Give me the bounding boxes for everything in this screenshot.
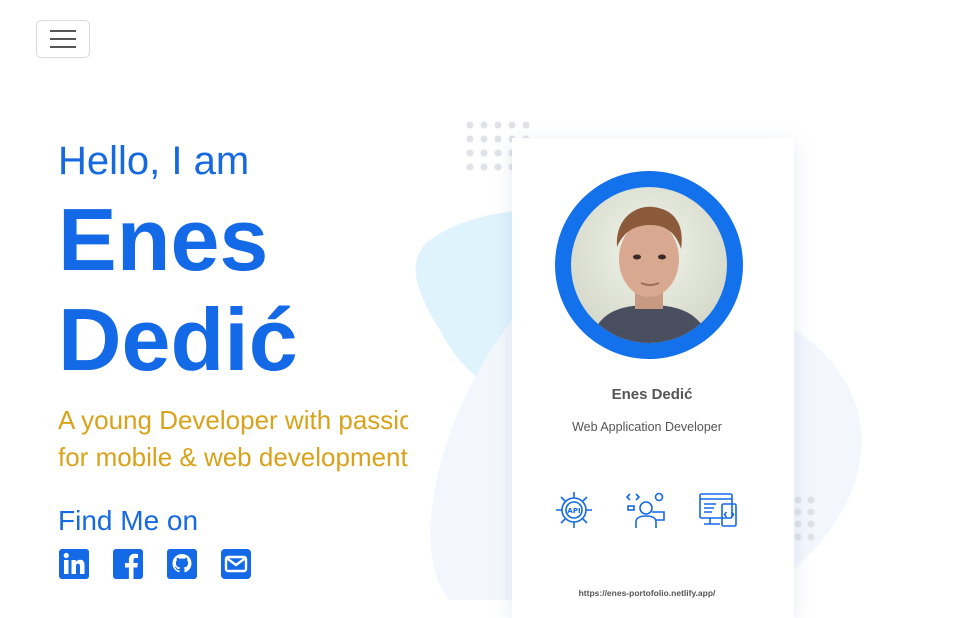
tagline: A young Developer with passion for mobil… bbox=[58, 402, 408, 476]
greeting-text: Hello, I am bbox=[58, 139, 250, 183]
tagline-line-1: A young Developer with passion bbox=[58, 405, 408, 435]
hero-intro: Hello, I am Enes Dedić A young Developer… bbox=[58, 138, 408, 580]
card-name: Enes Dedić bbox=[611, 386, 693, 403]
card-url[interactable]: https://enes-portofolio.netlify.app/ bbox=[512, 588, 782, 598]
navbar-toggle-button[interactable] bbox=[36, 20, 90, 58]
hero-name: Enes Dedić bbox=[58, 190, 408, 390]
tagline-line-2: for mobile & web development bbox=[58, 442, 408, 472]
dot-grid-right bbox=[794, 496, 815, 541]
developer-icon bbox=[625, 490, 666, 530]
linkedin-icon bbox=[59, 549, 89, 579]
api-gear-icon: API bbox=[554, 490, 594, 530]
web-code-icon bbox=[698, 490, 738, 530]
facebook-link[interactable] bbox=[112, 548, 144, 580]
last-name: Dedić bbox=[58, 290, 298, 389]
avatar-ring bbox=[555, 171, 743, 359]
profile-photo bbox=[571, 187, 727, 343]
email-link[interactable] bbox=[220, 548, 252, 580]
facebook-icon bbox=[113, 549, 143, 579]
github-icon bbox=[167, 549, 197, 579]
social-links bbox=[58, 548, 408, 580]
linkedin-link[interactable] bbox=[58, 548, 90, 580]
github-link[interactable] bbox=[166, 548, 198, 580]
card-role: Web Application Developer bbox=[572, 420, 722, 434]
profile-card: Enes Dedić Web Application Developer API bbox=[512, 138, 794, 618]
svg-text:API: API bbox=[567, 507, 580, 515]
first-name: Enes bbox=[58, 190, 269, 289]
skill-icons: API bbox=[554, 490, 738, 530]
email-icon bbox=[221, 549, 251, 579]
find-me-heading: Find Me on bbox=[58, 505, 199, 536]
avatar bbox=[571, 187, 727, 343]
hamburger-icon bbox=[50, 30, 76, 48]
